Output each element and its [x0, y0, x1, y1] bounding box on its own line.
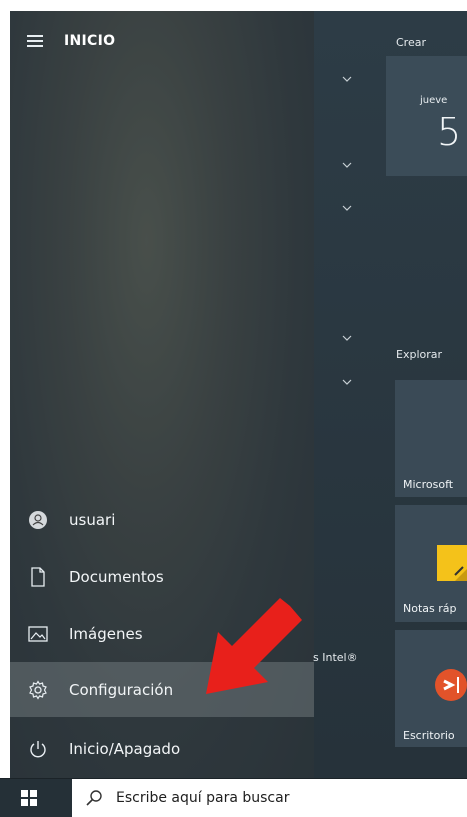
- tile-label-notas: Notas ráp: [403, 602, 457, 615]
- calendar-date: 5: [437, 110, 462, 154]
- gear-icon: [27, 679, 49, 701]
- pictures-icon: [27, 623, 49, 645]
- rail-item-documents[interactable]: Documentos: [10, 554, 314, 600]
- tile-group-label-crear: Crear: [396, 36, 426, 49]
- rail-item-power[interactable]: Inicio/Apagado: [10, 726, 314, 772]
- rail-item-user[interactable]: usuari: [10, 497, 314, 543]
- remote-desktop-icon: [435, 669, 467, 701]
- tile-label-microsoft: Microsoft: [403, 478, 454, 491]
- chevron-down-icon[interactable]: [342, 333, 352, 343]
- rail-item-label: usuari: [69, 511, 116, 529]
- power-icon: [27, 738, 49, 760]
- start-button[interactable]: [0, 779, 58, 817]
- app-list-item-intel[interactable]: s Intel®: [313, 651, 358, 664]
- start-title: INICIO: [64, 33, 116, 49]
- chevron-down-icon[interactable]: [342, 74, 352, 84]
- tile-group-label-explorar: Explorar: [396, 348, 443, 361]
- search-input[interactable]: [114, 789, 418, 807]
- calendar-day: jueve: [420, 95, 448, 106]
- taskbar: [0, 778, 467, 817]
- search-icon: [86, 790, 102, 806]
- user-icon: [27, 509, 49, 531]
- windows-logo-icon: [21, 790, 37, 806]
- rail-item-label: Documentos: [69, 568, 164, 586]
- sticky-notes-icon: [437, 545, 467, 581]
- chevron-down-icon[interactable]: [342, 377, 352, 387]
- taskbar-search-box[interactable]: [72, 779, 467, 817]
- document-icon: [27, 566, 49, 588]
- rail-item-label: Configuración: [69, 680, 174, 699]
- chevron-down-icon[interactable]: [342, 203, 352, 213]
- rail-item-label: Inicio/Apagado: [69, 740, 181, 758]
- rail-item-label: Imágenes: [69, 625, 143, 643]
- red-arrow-icon: [206, 598, 302, 694]
- start-header: INICIO: [10, 26, 310, 56]
- hamburger-menu-icon[interactable]: [27, 35, 43, 47]
- tile-label-escritorio: Escritorio: [403, 729, 455, 742]
- chevron-down-icon[interactable]: [342, 160, 352, 170]
